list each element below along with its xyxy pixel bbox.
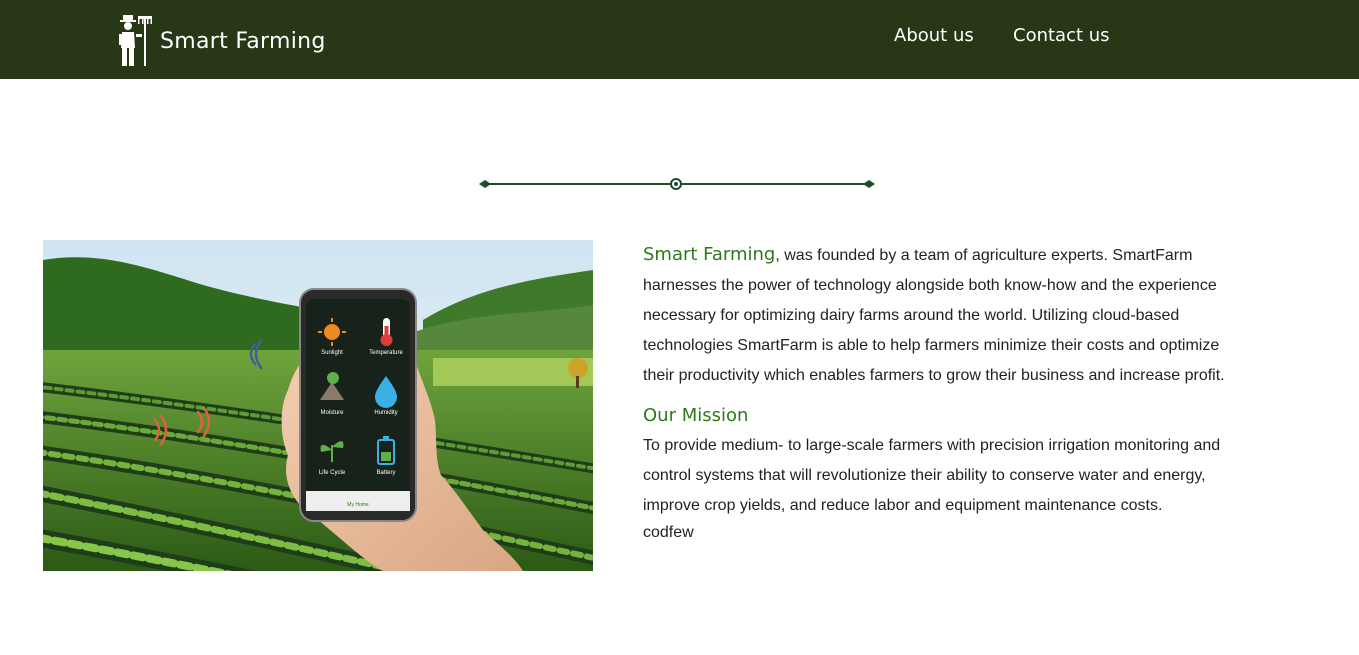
about-section: Smart Farming, was founded by a team of … bbox=[643, 240, 1243, 545]
farmer-icon bbox=[119, 15, 152, 66]
intro-text: , was founded by a team of agriculture e… bbox=[643, 247, 1225, 384]
app-bottom-tab-label: My Home bbox=[347, 502, 369, 508]
intro-paragraph: Smart Farming, was founded by a team of … bbox=[643, 240, 1243, 391]
app-tile-label: Temperature bbox=[369, 350, 403, 356]
smart-farming-hero-image: Sunlight Temperature Moisture Humidity L… bbox=[43, 240, 593, 571]
brand-link[interactable]: Smart Farming bbox=[118, 14, 326, 68]
app-tile-label: Battery bbox=[376, 470, 395, 476]
extra-text: codfew bbox=[643, 524, 694, 541]
nav-link-about-us[interactable]: About us bbox=[894, 25, 974, 46]
app-tile-label: Life Cycle bbox=[319, 470, 346, 476]
top-navbar: Smart Farming About us Contact us bbox=[0, 0, 1359, 79]
app-tile-label: Moisture bbox=[320, 410, 344, 416]
nav-link-contact-us[interactable]: Contact us bbox=[1013, 25, 1110, 46]
app-tile-label: Sunlight bbox=[321, 350, 343, 356]
mission-text: To provide medium- to large-scale farmer… bbox=[643, 437, 1221, 514]
brand-name: Smart Farming bbox=[160, 28, 326, 54]
mission-heading: Our Mission bbox=[643, 405, 749, 426]
app-tile-label: Humidity bbox=[374, 410, 397, 416]
ornamental-divider-icon bbox=[479, 178, 875, 190]
brand-highlight: Smart Farming bbox=[643, 244, 776, 265]
